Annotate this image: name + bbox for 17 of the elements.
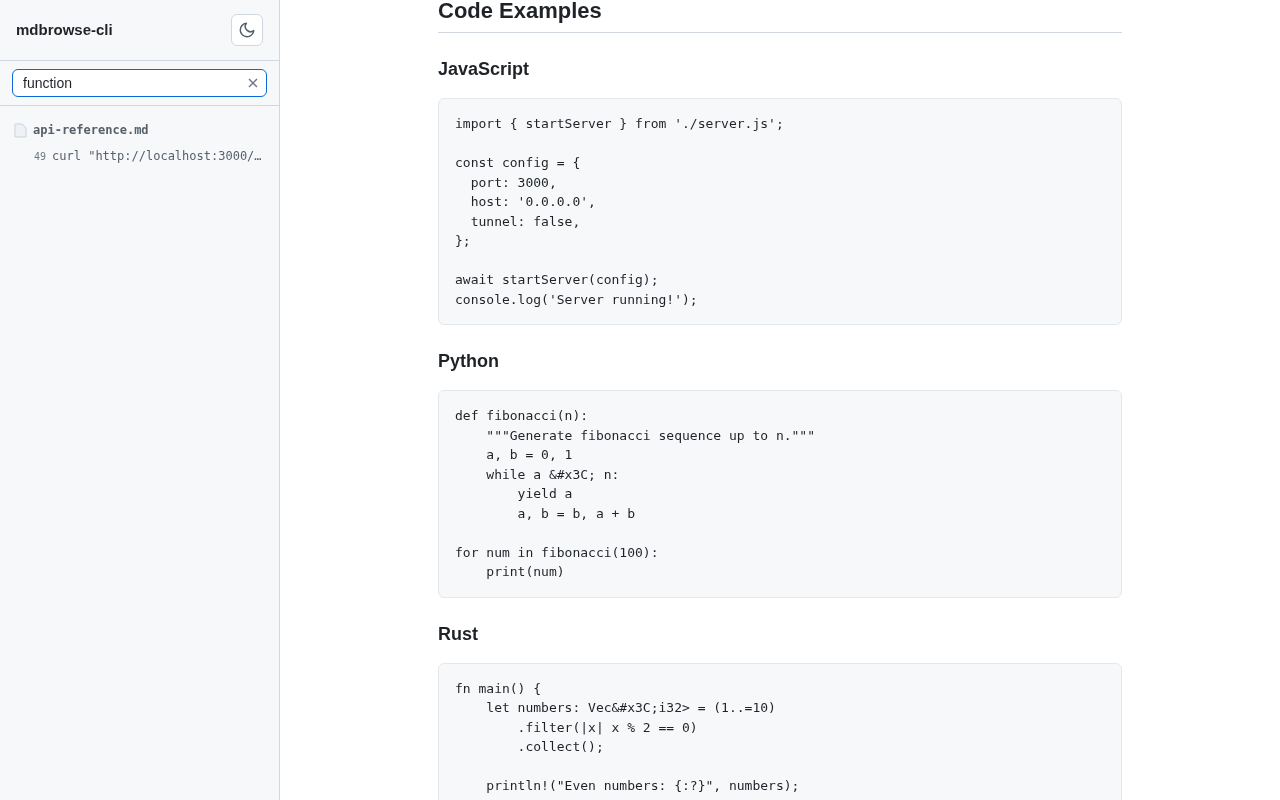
moon-icon [238,21,256,39]
search-field[interactable]: function [12,69,267,97]
match-text: curl "http://localhost:3000/… [52,148,262,165]
theme-toggle-button[interactable] [231,14,263,46]
subsection-heading: Python [438,350,500,373]
code-block: import { startServer } from './server.js'; const config = { port: 3000, host: '0.0.0.0', tunnel: false, }; await startServer(config); console.log('Server running!'); [438,98,1122,325]
file-icon [14,122,27,138]
section-heading: Code Examples [438,0,1122,33]
result-file-name[interactable]: api-reference.md [33,121,149,139]
code-block: fn main() { let numbers: Vec&#x3C;i32> = (1..=10) .filter(|x| x % 2 == 0) .collect(); println!("Even numbers: {:?}", numbers); [438,662,1122,800]
code-block: def fibonacci(n): """Generate fibonacci sequence up to n.""" a, b = 0, 1 while a &#x3C; n: yield a a, b = b, a + b for num in fibonacci(100): print(num) [438,390,1122,598]
clear-icon[interactable] [248,78,258,88]
line-number: 49 [34,150,47,164]
app-title: mdbrowse-cli [16,19,113,40]
subsection-heading: Rust [438,622,479,646]
search-match[interactable]: 49 curl "http://localhost:3000/… [14,147,265,165]
subsection-heading: JavaScript [438,58,531,81]
